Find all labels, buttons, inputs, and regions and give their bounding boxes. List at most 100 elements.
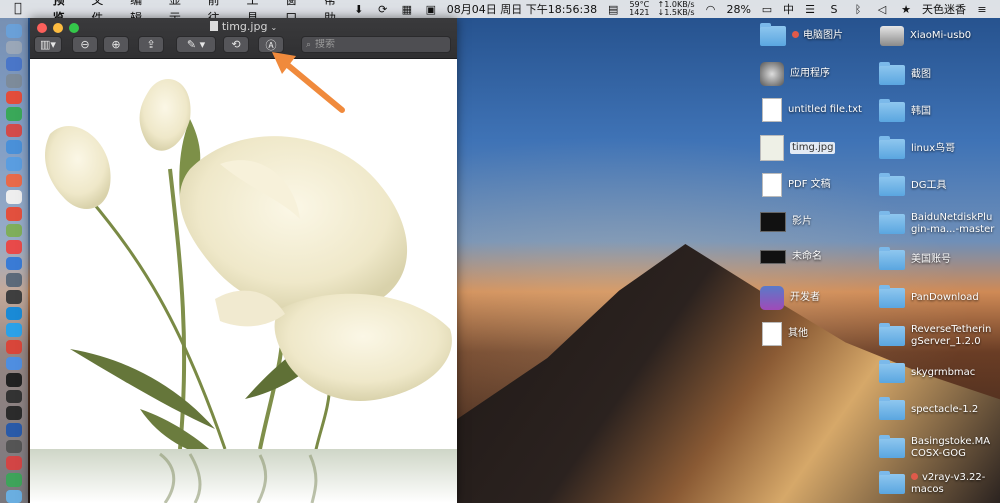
image-file-icon	[760, 135, 784, 161]
desktop-item-reversetethering[interactable]: ReverseTetherin gServer_1.2.0	[879, 323, 991, 348]
stats-icon[interactable]: ▤	[605, 2, 621, 16]
app-k-icon[interactable]	[6, 472, 22, 487]
app-blue-icon[interactable]	[6, 140, 22, 154]
launchpad-icon[interactable]	[6, 57, 22, 71]
app-red-icon[interactable]	[6, 90, 22, 105]
chrome-icon[interactable]	[6, 107, 22, 121]
system-icon[interactable]	[6, 73, 22, 88]
textedit-icon[interactable]	[6, 190, 22, 204]
desktop-item-xiaomi-usb[interactable]: XiaoMi-usb0	[880, 26, 971, 46]
app-g-icon[interactable]	[6, 323, 22, 337]
markup-toolbar-button[interactable]: Ⓐ	[258, 36, 284, 53]
app-green-icon[interactable]	[6, 223, 22, 238]
vpn-icon[interactable]	[6, 423, 22, 437]
desktop-item-label: spectacle-1.2	[911, 404, 979, 415]
zoom-in-button[interactable]: ⊕	[103, 36, 129, 53]
s-icon[interactable]: S	[826, 2, 842, 16]
app-a-icon[interactable]	[6, 206, 22, 221]
desktop-item-developer[interactable]: 开发者	[760, 286, 820, 310]
input-method[interactable]: 中	[783, 1, 794, 17]
desktop-item-movies[interactable]: 影片	[760, 212, 812, 232]
apple-icon[interactable]: 	[14, 2, 23, 16]
share-icon: ⇪	[146, 38, 156, 51]
rotate-button[interactable]: ⟲	[223, 36, 249, 53]
search-input[interactable]	[315, 39, 436, 50]
cpu-readout[interactable]: 59°C 1421	[629, 1, 649, 17]
share-button[interactable]: ⇪	[138, 36, 164, 53]
desktop-item-us-account[interactable]: 美国账号	[879, 247, 951, 270]
rotate-icon: ⟲	[231, 38, 241, 51]
window-title[interactable]: timg.jpg ⌄	[30, 20, 457, 33]
desktop-item-label: skygrmbmac	[911, 367, 976, 378]
bluetooth-icon[interactable]: ᛒ	[850, 2, 866, 16]
sidebar-toggle-button[interactable]: ▥▾	[34, 36, 62, 53]
battery-percent[interactable]: 28%	[727, 3, 751, 16]
calendar-icon[interactable]: ▣	[423, 2, 439, 16]
app-b-icon[interactable]	[6, 123, 22, 138]
desktop-item-untitled-file[interactable]: untitled file.txt	[762, 98, 862, 122]
chevron-down-icon[interactable]: ⌄	[270, 23, 277, 32]
desktop-item-pandownload[interactable]: PanDownload	[879, 285, 979, 308]
desktop-item-untitled[interactable]: 未命名	[760, 250, 822, 264]
control-center-icon[interactable]: ≡	[974, 2, 990, 16]
search-icon: ⌕	[306, 39, 312, 50]
desktop-item-applications[interactable]: 应用程序	[760, 62, 830, 86]
desktop-item-skygrmbmac[interactable]: skygrmbmac	[879, 360, 976, 383]
app-i-icon[interactable]	[6, 406, 22, 420]
star-icon[interactable]: ★	[898, 2, 914, 16]
battery-icon[interactable]: ▭	[759, 2, 775, 16]
user-name[interactable]: 天色迷香	[922, 1, 966, 17]
desktop-item-dg-tools[interactable]: DG工具	[879, 173, 947, 196]
list-icon[interactable]: ☰	[802, 2, 818, 16]
vivaldi-icon[interactable]	[6, 339, 22, 354]
zoom-out-button[interactable]: ⊖	[72, 36, 98, 53]
app-d-icon[interactable]	[6, 273, 22, 287]
app-j-icon[interactable]	[6, 439, 22, 454]
pen-icon: ✎ ▾	[186, 38, 206, 51]
window-titlebar[interactable]: timg.jpg ⌄ ▥▾ ⊖ ⊕ ⇪ ✎ ▾ ⟲ Ⓐ ⌕ 搜索	[30, 18, 457, 59]
desktop-item-other[interactable]: 其他	[762, 322, 808, 346]
search-field[interactable]: ⌕	[301, 36, 451, 53]
datetime[interactable]: 08月04日 周日 下午18:56:38	[447, 1, 597, 17]
desktop-item-v2ray[interactable]: v2ray-v3.22- macos	[879, 471, 986, 496]
movie-thumbnail-icon	[760, 212, 786, 232]
yandex-icon[interactable]	[6, 456, 22, 470]
desktop-item-label: 影片	[792, 216, 812, 227]
finder-icon[interactable]	[6, 24, 22, 38]
sync-icon[interactable]: ⟳	[375, 2, 391, 16]
download-icon[interactable]: ⬇	[351, 2, 367, 16]
app-orange-icon[interactable]	[6, 173, 22, 188]
folder-icon	[760, 23, 786, 46]
markup-pen-button[interactable]: ✎ ▾	[176, 36, 216, 53]
desktop-item-timg[interactable]: timg.jpg	[760, 135, 836, 161]
desktop-item-pictures[interactable]: 电脑图片	[760, 23, 843, 46]
desktop-item-screenshots[interactable]: 截图	[879, 62, 931, 85]
desktop-item-korea[interactable]: 韩国	[879, 99, 931, 122]
sound-icon[interactable]: ◁	[874, 2, 890, 16]
network-readout[interactable]: ↑1.0KB/s ↓1.5KB/s	[658, 1, 695, 17]
desktop-item-spectacle[interactable]: spectacle-1.2	[879, 397, 979, 420]
appstore-icon[interactable]	[6, 157, 22, 171]
terminal-icon[interactable]	[6, 373, 22, 387]
wifi-icon[interactable]: ◠	[703, 2, 719, 16]
desktop-item-pdf[interactable]: PDF 文稿	[762, 173, 831, 197]
desktop-item-basingstoke[interactable]: Basingstoke.MA COSX-GOG	[879, 435, 990, 460]
folder-icon	[879, 323, 905, 346]
image-canvas[interactable]	[30, 59, 457, 503]
grid-icon[interactable]: ▦	[399, 2, 415, 16]
desktop-item-label: v2ray-v3.22- macos	[911, 472, 986, 495]
terminal2-icon[interactable]	[6, 389, 22, 404]
desktop-item-label: 未命名	[792, 251, 822, 262]
app-l-icon[interactable]	[6, 489, 22, 503]
desktop-item-baidunetdisk[interactable]: BaiduNetdiskPlu gin-ma...-master	[879, 211, 995, 236]
safari-icon[interactable]	[6, 40, 22, 55]
desktop-item-label: timg.jpg	[790, 142, 836, 154]
photos-icon[interactable]	[6, 240, 22, 254]
desktop-item-label: DG工具	[911, 180, 947, 191]
app-c-icon[interactable]	[6, 256, 22, 271]
desktop-item-label: BaiduNetdiskPlu gin-ma...-master	[911, 212, 995, 235]
app-e-icon[interactable]	[6, 290, 22, 304]
desktop-item-linux[interactable]: linux鸟哥	[879, 136, 955, 159]
app-h-icon[interactable]	[6, 356, 22, 371]
app-f-icon[interactable]	[6, 306, 22, 321]
